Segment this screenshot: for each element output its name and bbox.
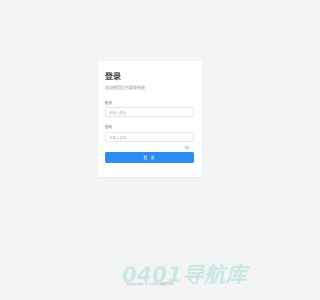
login-page: 登录 欢迎使用后台管理系统 账号 密码 登 录 0401导航库 Copyrigh… xyxy=(0,0,300,300)
username-field-wrapper xyxy=(105,107,194,117)
password-field-wrapper xyxy=(105,132,194,150)
username-input[interactable] xyxy=(109,108,179,117)
copyright-footer: Copyright © 2024 版权所有 xyxy=(126,282,174,286)
eye-icon[interactable] xyxy=(184,135,190,150)
login-card: 登录 欢迎使用后台管理系统 账号 密码 登 录 xyxy=(98,61,202,177)
page-subtitle: 欢迎使用后台管理系统 xyxy=(105,85,145,90)
username-label: 账号 xyxy=(105,101,112,105)
page-title: 登录 xyxy=(105,72,121,81)
login-button[interactable]: 登 录 xyxy=(105,152,194,163)
password-label: 密码 xyxy=(105,125,112,129)
password-input[interactable] xyxy=(109,133,179,142)
